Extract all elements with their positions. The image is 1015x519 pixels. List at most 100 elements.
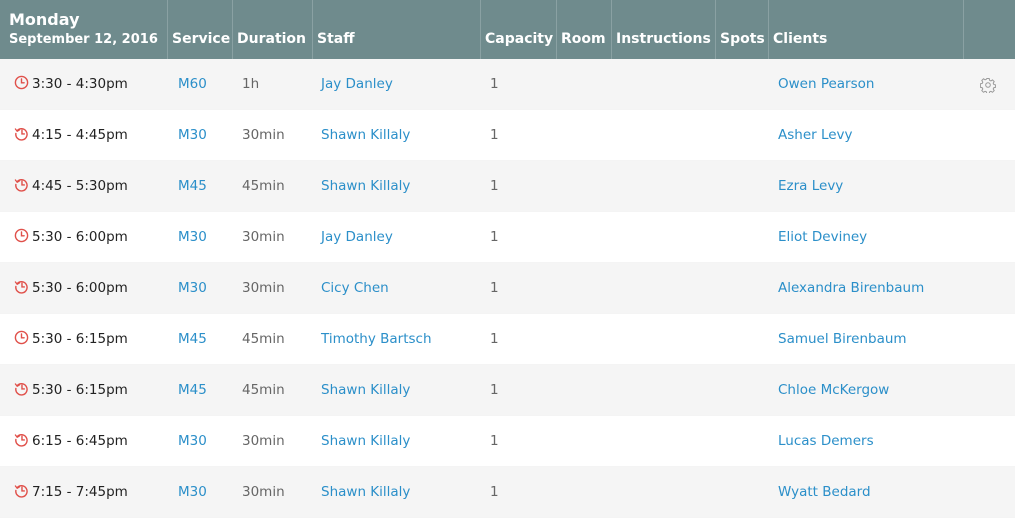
- appointment-time: 6:15 - 6:45pm: [14, 416, 128, 467]
- table-row[interactable]: 6:15 - 6:45pm M30 30min Shawn Killaly 1 Lucas…: [0, 416, 1015, 467]
- duration-value: 45min: [242, 178, 285, 194]
- client-link[interactable]: Wyatt Bedard: [778, 467, 871, 518]
- header-date-cell: Monday September 12, 2016: [0, 0, 168, 59]
- client-link[interactable]: Ezra Levy: [778, 161, 843, 212]
- service-link[interactable]: M45: [178, 314, 207, 365]
- service-link[interactable]: M30: [178, 467, 207, 518]
- service-link[interactable]: M60: [178, 59, 207, 110]
- duration-value: 1h: [242, 76, 260, 92]
- history-icon: [14, 433, 32, 449]
- column-header-capacity[interactable]: Capacity: [481, 0, 557, 59]
- table-row[interactable]: 7:15 - 7:45pm M30 30min Shawn Killaly 1 Wyatt…: [0, 467, 1015, 518]
- appointment-time: 5:30 - 6:00pm: [14, 263, 128, 314]
- service-link[interactable]: M30: [178, 110, 207, 161]
- column-header-staff[interactable]: Staff: [313, 0, 481, 59]
- duration-value: 30min: [242, 484, 285, 500]
- client-link[interactable]: Asher Levy: [778, 110, 853, 161]
- capacity-value: 1: [490, 433, 499, 449]
- duration-value: 45min: [242, 331, 285, 347]
- column-header-clients[interactable]: Clients: [769, 0, 964, 59]
- gear-icon[interactable]: [979, 77, 997, 97]
- column-header-capacity-label: Capacity: [485, 31, 554, 47]
- time-label: 5:30 - 6:15pm: [32, 382, 128, 398]
- staff-link[interactable]: Shawn Killaly: [321, 161, 410, 212]
- capacity-value: 1: [490, 331, 499, 347]
- capacity-value: 1: [490, 127, 499, 143]
- column-header-room[interactable]: Room: [557, 0, 612, 59]
- appointment-time: 7:15 - 7:45pm: [14, 467, 128, 518]
- capacity-value: 1: [490, 484, 499, 500]
- staff-link[interactable]: Jay Danley: [321, 212, 393, 263]
- history-icon: [14, 127, 32, 143]
- time-label: 5:30 - 6:00pm: [32, 280, 128, 296]
- table-header: Monday September 12, 2016 Service Durati…: [0, 0, 1015, 59]
- service-link[interactable]: M30: [178, 263, 207, 314]
- service-link[interactable]: M30: [178, 212, 207, 263]
- clock-icon: [14, 75, 32, 92]
- duration-value: 45min: [242, 382, 285, 398]
- column-header-duration-label: Duration: [237, 31, 307, 47]
- column-header-service-label: Service: [172, 31, 231, 47]
- client-link[interactable]: Samuel Birenbaum: [778, 314, 907, 365]
- column-header-service[interactable]: Service: [168, 0, 233, 59]
- history-icon: [14, 178, 32, 194]
- table-row[interactable]: 4:45 - 5:30pm M45 45min Shawn Killaly 1 Ezra …: [0, 161, 1015, 212]
- column-header-room-label: Room: [561, 31, 606, 47]
- client-link[interactable]: Chloe McKergow: [778, 365, 889, 416]
- header-date: September 12, 2016: [9, 32, 158, 47]
- history-icon: [14, 382, 32, 398]
- time-label: 5:30 - 6:00pm: [32, 229, 128, 245]
- clock-icon: [14, 228, 32, 245]
- table-row[interactable]: 5:30 - 6:15pm M45 45min Timothy Bartsch 1 Sam…: [0, 314, 1015, 365]
- column-header-clients-label: Clients: [773, 31, 828, 47]
- table-body: 3:30 - 4:30pm M60 1h Jay Danley 1 Owen Pearso…: [0, 59, 1015, 518]
- staff-link[interactable]: Cicy Chen: [321, 263, 389, 314]
- staff-link[interactable]: Shawn Killaly: [321, 110, 410, 161]
- column-header-spots-label: Spots: [720, 31, 765, 47]
- table-row[interactable]: 5:30 - 6:00pm M30 30min Jay Danley 1 Eliot De…: [0, 212, 1015, 263]
- staff-link[interactable]: Jay Danley: [321, 59, 393, 110]
- capacity-value: 1: [490, 382, 499, 398]
- table-row[interactable]: 5:30 - 6:15pm M45 45min Shawn Killaly 1 Chloe…: [0, 365, 1015, 416]
- appointment-time: 3:30 - 4:30pm: [14, 59, 128, 110]
- column-header-spots[interactable]: Spots: [716, 0, 769, 59]
- duration-value: 30min: [242, 433, 285, 449]
- schedule-table: Monday September 12, 2016 Service Durati…: [0, 0, 1015, 518]
- duration-value: 30min: [242, 280, 285, 296]
- service-link[interactable]: M45: [178, 161, 207, 212]
- appointment-time: 5:30 - 6:00pm: [14, 212, 128, 263]
- client-link[interactable]: Eliot Deviney: [778, 212, 867, 263]
- table-row[interactable]: 4:15 - 4:45pm M30 30min Shawn Killaly 1 Asher…: [0, 110, 1015, 161]
- appointment-time: 4:45 - 5:30pm: [14, 161, 128, 212]
- staff-link[interactable]: Shawn Killaly: [321, 416, 410, 467]
- capacity-value: 1: [490, 280, 499, 296]
- appointment-time: 5:30 - 6:15pm: [14, 365, 128, 416]
- column-header-duration[interactable]: Duration: [233, 0, 313, 59]
- time-label: 6:15 - 6:45pm: [32, 433, 128, 449]
- column-header-instructions[interactable]: Instructions: [612, 0, 716, 59]
- column-header-staff-label: Staff: [317, 31, 355, 47]
- capacity-value: 1: [490, 178, 499, 194]
- capacity-value: 1: [490, 76, 499, 92]
- clock-icon: [14, 330, 32, 347]
- header-day: Monday: [9, 10, 80, 29]
- capacity-value: 1: [490, 229, 499, 245]
- time-label: 5:30 - 6:15pm: [32, 331, 128, 347]
- time-label: 7:15 - 7:45pm: [32, 484, 128, 500]
- service-link[interactable]: M30: [178, 416, 207, 467]
- staff-link[interactable]: Shawn Killaly: [321, 365, 410, 416]
- table-row[interactable]: 3:30 - 4:30pm M60 1h Jay Danley 1 Owen Pearso…: [0, 59, 1015, 110]
- client-link[interactable]: Lucas Demers: [778, 416, 874, 467]
- time-label: 4:45 - 5:30pm: [32, 178, 128, 194]
- duration-value: 30min: [242, 229, 285, 245]
- column-header-instructions-label: Instructions: [616, 31, 711, 47]
- client-link[interactable]: Owen Pearson: [778, 59, 874, 110]
- time-label: 3:30 - 4:30pm: [32, 76, 128, 92]
- client-link[interactable]: Alexandra Birenbaum: [778, 263, 924, 314]
- appointment-time: 5:30 - 6:15pm: [14, 314, 128, 365]
- appointment-time: 4:15 - 4:45pm: [14, 110, 128, 161]
- staff-link[interactable]: Timothy Bartsch: [321, 314, 432, 365]
- table-row[interactable]: 5:30 - 6:00pm M30 30min Cicy Chen 1 Alexandra…: [0, 263, 1015, 314]
- staff-link[interactable]: Shawn Killaly: [321, 467, 410, 518]
- service-link[interactable]: M45: [178, 365, 207, 416]
